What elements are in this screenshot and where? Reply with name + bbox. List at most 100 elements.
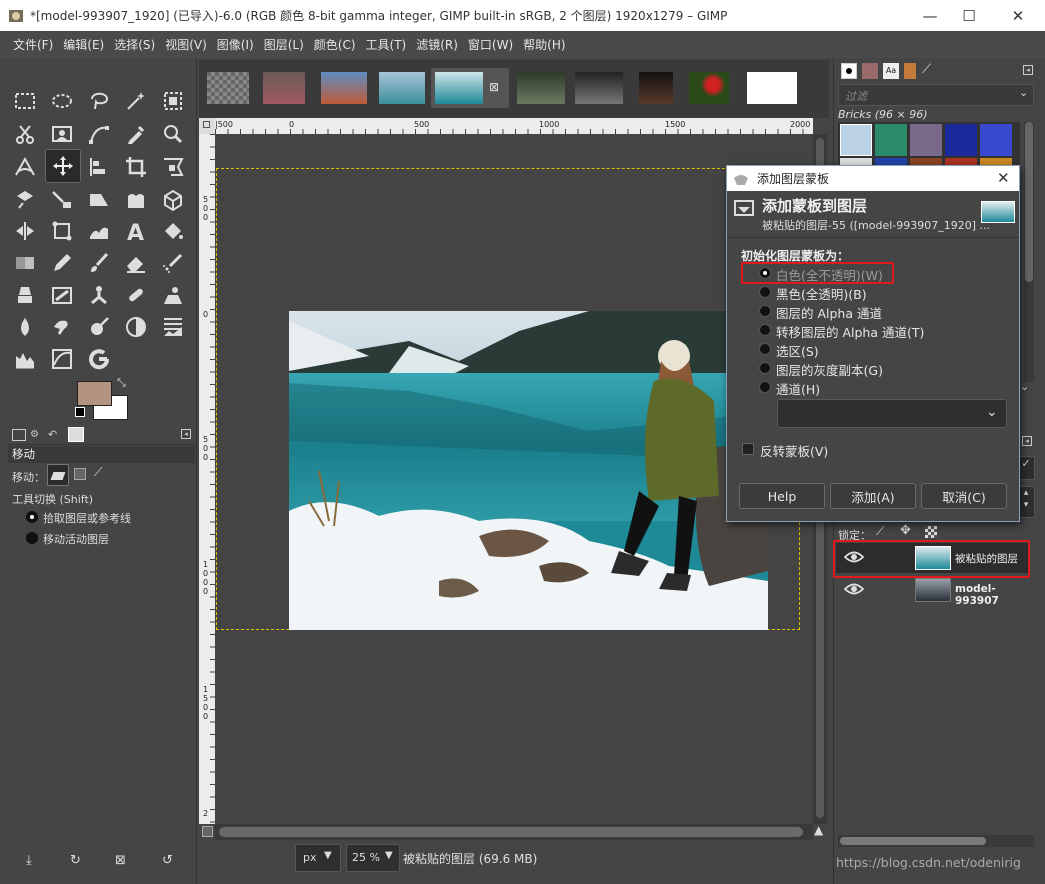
mask-transfer-alpha-label[interactable]: 转移图层的 Alpha 通道(T) — [776, 322, 924, 341]
eraser-tool-icon[interactable] — [121, 248, 151, 278]
measure-tool-icon[interactable] — [10, 152, 40, 182]
panel-menu-icon[interactable]: ◂ — [181, 429, 191, 439]
perspective-clone-tool-icon[interactable] — [158, 280, 188, 310]
paint-dynamics-tab-icon[interactable]: ⟋ — [922, 62, 938, 78]
patterns-tab-icon[interactable] — [862, 63, 878, 79]
device-status-tab-icon[interactable]: ⚙ — [30, 429, 44, 441]
blend-tool-icon[interactable] — [10, 248, 40, 278]
brush-filter-combo[interactable]: 过滤 ⌄ — [838, 84, 1034, 106]
mask-alpha-label[interactable]: 图层的 Alpha 通道 — [776, 303, 882, 322]
perspective-tool-icon[interactable] — [84, 185, 114, 215]
undo-history-tab-icon[interactable]: ↶ — [48, 428, 62, 441]
clone-tool-icon[interactable] — [84, 280, 114, 310]
mask-grayscale-label[interactable]: 图层的灰度副本(G) — [776, 360, 883, 379]
move-layer-mode-button[interactable] — [47, 464, 69, 486]
levels-icon[interactable] — [158, 312, 188, 342]
menu-tools[interactable]: 工具(T) — [361, 36, 412, 53]
vertical-ruler[interactable]: 5 0 0 0 5 0 0 1 0 0 0 1 5 0 0 2 — [199, 134, 215, 824]
reset-tool-options-icon[interactable]: ↺ — [162, 853, 173, 868]
warp-transform-tool-icon[interactable] — [10, 185, 40, 215]
scissors-tool-icon[interactable] — [10, 119, 40, 149]
fonts-tab-icon[interactable]: Aa — [883, 63, 899, 79]
gradient-fill-tool-icon[interactable] — [84, 216, 114, 246]
rect-select-tool-icon[interactable] — [10, 86, 40, 116]
panel-menu-icon[interactable]: ◂ — [1022, 436, 1032, 446]
layer-name[interactable]: model-993907 — [955, 583, 1030, 607]
zoom-tool-icon[interactable] — [158, 119, 188, 149]
handle-transform-tool-icon[interactable] — [47, 216, 77, 246]
histogram-icon[interactable] — [10, 344, 40, 374]
menu-image[interactable]: 图像(I) — [212, 36, 259, 53]
image-tab-2[interactable] — [259, 68, 309, 108]
gegl-operation-icon[interactable] — [84, 344, 114, 374]
add-button[interactable]: 添加(A) — [830, 483, 916, 509]
maximize-button[interactable]: ☐ — [946, 0, 992, 31]
foreground-select-tool-icon[interactable] — [47, 119, 77, 149]
lock-pixels-icon[interactable]: ⟋ — [876, 524, 884, 539]
image-tab-5-active[interactable]: ⊠ — [431, 68, 509, 108]
curves-icon[interactable] — [47, 344, 77, 374]
ellipse-select-tool-icon[interactable] — [47, 86, 77, 116]
move-tool-icon[interactable] — [45, 149, 81, 183]
color-picker-tool-icon[interactable] — [121, 119, 151, 149]
image-tab-9[interactable] — [685, 68, 735, 108]
move-path-mode-button[interactable]: ⟋ — [94, 465, 110, 481]
mask-channel-radio[interactable] — [759, 381, 771, 393]
layers-hscrollbar[interactable] — [838, 835, 1034, 847]
image-tab-10[interactable] — [743, 68, 797, 108]
fuzzy-select-tool-icon[interactable] — [121, 86, 151, 116]
close-button[interactable]: ✕ — [995, 0, 1041, 31]
color-balance-icon[interactable] — [121, 312, 151, 342]
bucket-fill-tool-icon[interactable] — [158, 216, 188, 246]
quick-mask-toggle[interactable] — [202, 826, 213, 837]
mypaint-brush-tool-icon[interactable] — [47, 280, 77, 310]
channel-select[interactable]: ⌄ — [777, 399, 1007, 428]
menu-help[interactable]: 帮助(H) — [518, 36, 570, 53]
invert-mask-checkbox[interactable] — [742, 443, 754, 455]
cancel-button[interactable]: 取消(C) — [921, 483, 1007, 509]
blur-sharpen-tool-icon[interactable] — [10, 312, 40, 342]
smudge-tool-icon[interactable] — [47, 312, 77, 342]
brush-scrollbar[interactable] — [1024, 122, 1034, 382]
navigate-icon[interactable]: ▲ — [814, 823, 828, 839]
pencil-tool-icon[interactable] — [47, 248, 77, 278]
ruler-corner[interactable] — [199, 118, 215, 134]
paintbrush-tool-icon[interactable] — [84, 248, 114, 278]
horizontal-ruler[interactable]: |500 0 500 1000 1500 2000 — [215, 118, 813, 134]
mask-alpha-radio[interactable] — [759, 305, 771, 317]
select-by-color-tool-icon[interactable] — [158, 86, 188, 116]
eye-icon[interactable] — [843, 581, 865, 600]
invert-mask-label[interactable]: 反转蒙板(V) — [760, 441, 828, 460]
zoom-select[interactable]: 25 % ▼ — [346, 844, 400, 872]
swap-colors-icon[interactable]: ⤡ — [117, 377, 129, 389]
image-tab-7[interactable] — [571, 68, 623, 108]
images-tab-icon[interactable] — [68, 427, 84, 442]
unit-select[interactable]: px ▼ — [295, 844, 341, 872]
dialog-close-button[interactable]: ✕ — [997, 169, 1010, 187]
move-selection-mode-button[interactable] — [74, 468, 86, 480]
menu-select[interactable]: 选择(S) — [109, 36, 160, 53]
default-colors-icon[interactable] — [75, 407, 85, 417]
ink-tool-icon[interactable] — [10, 280, 40, 310]
move-active-layer-radio[interactable] — [26, 532, 38, 544]
pasted-layer-photo[interactable] — [289, 311, 768, 630]
tool-options-tab-icon[interactable] — [12, 429, 26, 441]
menu-filters[interactable]: 滤镜(R) — [411, 36, 463, 53]
mask-transfer-alpha-radio[interactable] — [759, 324, 771, 336]
mask-selection-label[interactable]: 选区(S) — [776, 341, 819, 360]
menu-colors[interactable]: 颜色(C) — [309, 36, 361, 53]
help-button[interactable]: Help — [739, 483, 825, 509]
layer-row-background[interactable]: model-993907 — [836, 575, 1030, 607]
menu-windows[interactable]: 窗口(W) — [463, 36, 518, 53]
dodge-burn-tool-icon[interactable] — [84, 312, 114, 342]
pick-layer-radio[interactable] — [26, 511, 38, 523]
menu-file[interactable]: 文件(F) — [8, 36, 58, 53]
menu-edit[interactable]: 编辑(E) — [58, 36, 109, 53]
airbrush-tool-icon[interactable] — [158, 248, 188, 278]
foreground-color-swatch[interactable] — [77, 381, 112, 406]
horizontal-scrollbar[interactable] — [215, 824, 813, 840]
mask-channel-label[interactable]: 通道(H) — [776, 379, 820, 398]
menu-view[interactable]: 视图(V) — [160, 36, 212, 53]
3d-transform-tool-icon[interactable] — [158, 185, 188, 215]
restore-tool-preset-icon[interactable]: ↻ — [70, 853, 81, 868]
